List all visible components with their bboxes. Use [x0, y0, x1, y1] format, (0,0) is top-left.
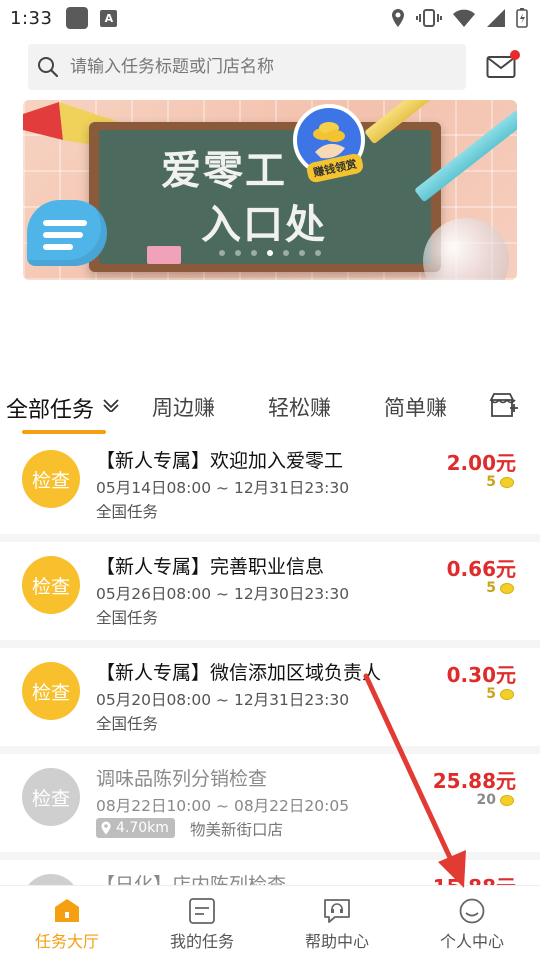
tab-simple[interactable]: 简单赚 [384, 392, 447, 422]
task-title: 【日化】店内陈列检查 [96, 874, 287, 886]
status-bar: 1:33 A [0, 0, 540, 36]
search-input[interactable] [70, 57, 450, 77]
task-type-badge: 检查 [22, 662, 80, 720]
nav-label: 个人中心 [439, 932, 504, 951]
carousel-dot[interactable] [267, 250, 273, 256]
task-points: 5 [486, 686, 514, 702]
distance-pill: 4.70km [96, 818, 175, 838]
message-button[interactable] [486, 50, 520, 82]
task-time: 05月20日08:00 ~ 12月31日23:30 [96, 691, 350, 709]
task-type-badge: 检查 [22, 768, 80, 826]
active-tab-indicator [22, 430, 106, 434]
task-title: 【新人专属】完善职业信息 [96, 556, 325, 578]
status-time: 1:33 [10, 7, 53, 29]
carousel-indicator [219, 250, 321, 256]
nav-help-center[interactable]: 帮助中心 [282, 898, 392, 952]
task-scope: 全国任务 [96, 715, 159, 733]
points-value: 5 [486, 580, 496, 596]
task-price: 0.30元 [446, 663, 516, 687]
nav-profile[interactable]: 个人中心 [417, 898, 527, 952]
banner-title-line2: 入口处 [201, 202, 327, 248]
task-row[interactable]: 检查 【新人专属】完善职业信息 05月26日08:00 ~ 12月30日23:3… [0, 542, 540, 640]
eraser-decoration [147, 246, 181, 264]
nav-task-hall[interactable]: 任务大厅 [12, 898, 122, 952]
signal-icon [487, 9, 505, 27]
tab-nearby[interactable]: 周边赚 [152, 392, 215, 422]
store-name: 物美新街口店 [190, 821, 284, 839]
app-notification-icon [66, 7, 89, 29]
store-add-icon[interactable] [488, 392, 518, 420]
carousel-dot[interactable] [235, 250, 241, 256]
nav-my-tasks[interactable]: 我的任务 [147, 898, 257, 952]
points-value: 20 [476, 792, 496, 808]
task-time: 05月26日08:00 ~ 12月30日23:30 [96, 585, 350, 603]
my-tasks-icon [189, 898, 215, 924]
location-icon [392, 9, 404, 27]
task-points: 20 [477, 792, 514, 808]
task-row[interactable]: 【日化】店内陈列检查 15.88元 [0, 860, 540, 886]
task-scope: 全国任务 [96, 609, 159, 627]
task-type-badge: 检查 [22, 450, 80, 508]
carousel-dot[interactable] [283, 250, 289, 256]
points-value: 5 [486, 686, 496, 702]
row-divider [0, 746, 540, 754]
bottom-nav: 任务大厅 我的任务 帮助中心 个人中心 [0, 886, 540, 960]
task-title: 调味品陈列分销检查 [96, 768, 268, 790]
task-points: 5 [486, 580, 514, 596]
battery-icon [516, 8, 528, 28]
task-time: 05月14日08:00 ~ 12月31日23:30 [96, 479, 350, 497]
profile-icon [459, 898, 485, 924]
banner-title-line1: 爱零工 [161, 148, 287, 194]
search-row [28, 44, 520, 90]
task-row[interactable]: 检查 【新人专属】欢迎加入爱零工 05月14日08:00 ~ 12月31日23:… [0, 436, 540, 534]
task-scope: 全国任务 [96, 503, 159, 521]
chat-bubble-decoration [27, 200, 107, 266]
search-icon [38, 57, 59, 78]
keyboard-notification-icon: A [100, 9, 118, 27]
coin-icon [500, 476, 514, 488]
help-center-icon [324, 899, 350, 923]
task-title: 【新人专属】欢迎加入爱零工 [96, 450, 344, 472]
coin-icon [500, 794, 514, 806]
carousel-dot[interactable] [251, 250, 257, 256]
task-title: 【新人专属】微信添加区域负责人 [96, 662, 382, 684]
task-points: 5 [486, 474, 514, 490]
carousel-dot[interactable] [299, 250, 305, 256]
task-row[interactable]: 检查 【新人专属】微信添加区域负责人 05月20日08:00 ~ 12月31日2… [0, 648, 540, 746]
status-icons [390, 8, 528, 28]
task-row[interactable]: 检查 调味品陈列分销检查 08月22日10:00 ~ 08月22日20:05 4… [0, 754, 540, 852]
task-type-badge: 检查 [22, 556, 80, 614]
vibrate-icon [416, 9, 442, 27]
points-value: 5 [486, 474, 496, 490]
row-divider [0, 640, 540, 648]
row-divider [0, 852, 540, 860]
row-divider [0, 534, 540, 542]
tab-all-tasks[interactable]: 全部任务 [6, 392, 94, 424]
search-box[interactable] [28, 44, 466, 90]
task-type-badge [22, 874, 80, 886]
tab-easy[interactable]: 轻松赚 [268, 392, 331, 422]
task-hall-icon [55, 899, 79, 922]
wifi-icon [453, 9, 475, 27]
nav-label: 任务大厅 [34, 932, 99, 951]
distance-value: 4.70km [116, 820, 169, 836]
app-screen: 1:33 A 爱零工 入口处 [0, 0, 540, 960]
coin-icon [500, 688, 514, 700]
location-pin-icon [101, 821, 111, 835]
task-list: 检查 【新人专属】欢迎加入爱零工 05月14日08:00 ~ 12月31日23:… [0, 436, 540, 886]
task-price: 2.00元 [446, 451, 516, 475]
unread-dot [510, 50, 520, 60]
chevron-down-icon[interactable] [102, 398, 120, 412]
task-price: 25.88元 [432, 769, 516, 793]
task-time: 08月22日10:00 ~ 08月22日20:05 [96, 797, 350, 815]
category-tabs: 全部任务 周边赚 轻松赚 简单赚 [0, 386, 540, 434]
carousel-dot[interactable] [315, 250, 321, 256]
promo-banner[interactable]: 爱零工 入口处 赚钱领赏 [23, 100, 517, 280]
carousel-dot[interactable] [219, 250, 225, 256]
nav-label: 帮助中心 [304, 932, 369, 951]
task-price: 0.66元 [446, 557, 516, 581]
task-price: 15.88元 [433, 871, 516, 886]
nav-label: 我的任务 [169, 932, 234, 951]
coin-icon [500, 582, 514, 594]
